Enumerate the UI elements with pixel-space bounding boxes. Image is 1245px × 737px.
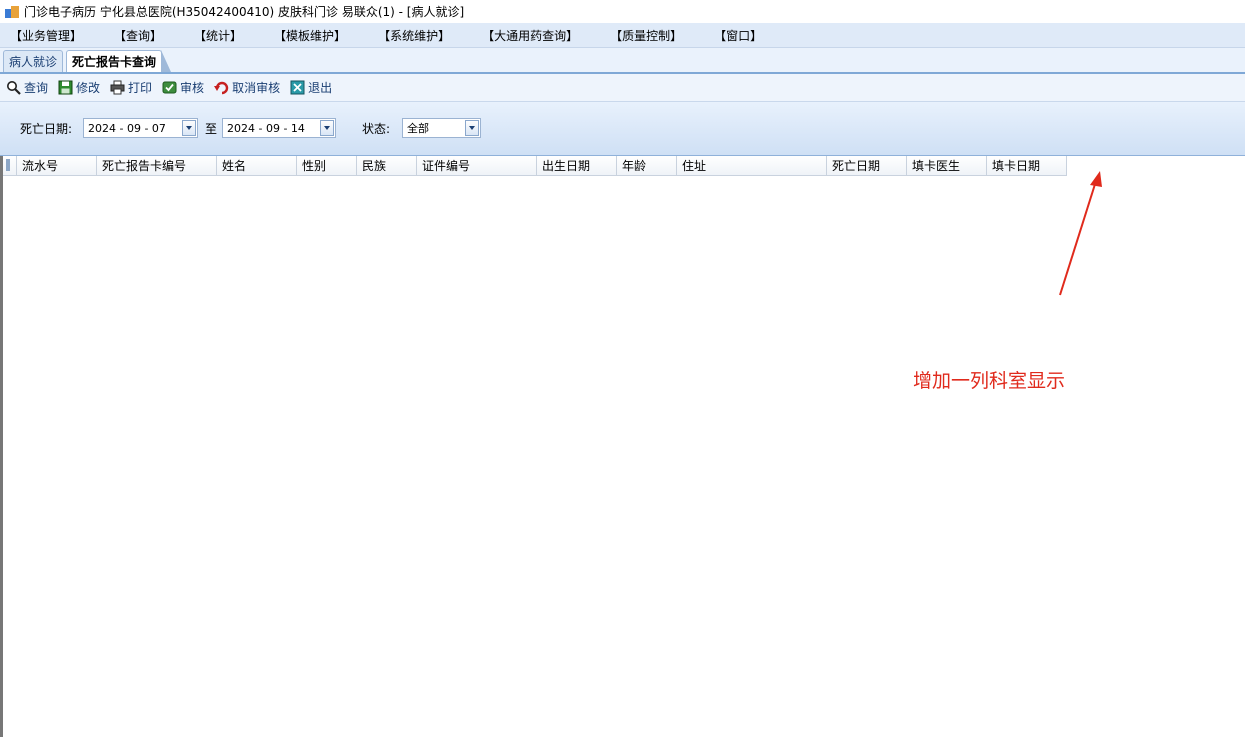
menu-query[interactable]: 【查询】 — [114, 27, 162, 44]
to-label: 至 — [205, 122, 218, 136]
date-from-value: 2024 - 09 - 07 — [88, 121, 166, 135]
exit-icon — [290, 80, 305, 95]
app-icon — [5, 5, 19, 19]
menu-quality-control[interactable]: 【质量控制】 — [610, 27, 682, 44]
date-from-picker[interactable]: 2024 - 09 - 07 — [83, 118, 198, 138]
chevron-down-icon[interactable] — [320, 120, 334, 136]
status-value: 全部 — [407, 122, 429, 135]
print-label: 打印 — [128, 81, 153, 95]
column-header-id-number[interactable]: 证件编号 — [417, 156, 537, 176]
column-header-death-date[interactable]: 死亡日期 — [827, 156, 907, 176]
column-header-gender[interactable]: 性别 — [297, 156, 357, 176]
check-mark-icon — [162, 80, 177, 95]
print-button[interactable]: 打印 — [110, 79, 152, 96]
menu-statistics[interactable]: 【统计】 — [194, 27, 242, 44]
tab-patient-visit[interactable]: 病人就诊 — [3, 50, 64, 72]
printer-icon — [110, 80, 125, 95]
death-date-label: 死亡日期: — [20, 122, 73, 136]
toolbar: 查询 修改 打印 审核 取消审核 退出 — [0, 74, 1245, 102]
menu-drug-query[interactable]: 【大通用药查询】 — [482, 27, 578, 44]
cancel-audit-button[interactable]: 取消审核 — [214, 79, 280, 96]
annotation-arrow — [1059, 171, 1102, 296]
menu-window[interactable]: 【窗口】 — [714, 27, 762, 44]
column-header-address[interactable]: 住址 — [677, 156, 827, 176]
save-disk-icon — [58, 80, 73, 95]
column-header-report-number[interactable]: 死亡报告卡编号 — [97, 156, 217, 176]
exit-button[interactable]: 退出 — [290, 79, 332, 96]
undo-icon — [214, 80, 229, 95]
query-label: 查询 — [24, 81, 49, 95]
status-label: 状态: — [362, 122, 391, 136]
row-selector-header[interactable] — [3, 156, 17, 176]
edit-button[interactable]: 修改 — [58, 79, 100, 96]
menu-business-management[interactable]: 【业务管理】 — [10, 27, 82, 44]
status-select[interactable]: 全部 — [402, 118, 481, 138]
edit-label: 修改 — [76, 81, 101, 95]
exit-label: 退出 — [308, 81, 333, 95]
menu-system-maintenance[interactable]: 【系统维护】 — [378, 27, 450, 44]
column-header-name[interactable]: 姓名 — [217, 156, 297, 176]
grid-header: 流水号 死亡报告卡编号 姓名 性别 民族 证件编号 出生日期 年龄 住址 死亡日… — [3, 156, 1067, 176]
chevron-down-icon[interactable] — [182, 120, 196, 136]
magnifier-icon — [6, 80, 21, 95]
column-header-age[interactable]: 年龄 — [617, 156, 677, 176]
annotation-note: 增加一列科室显示 — [913, 370, 1066, 392]
audit-label: 审核 — [180, 81, 205, 95]
query-button[interactable]: 查询 — [6, 79, 48, 96]
filter-panel: 死亡日期: 2024 - 09 - 07 至 2024 - 09 - 14 状态… — [0, 102, 1245, 156]
column-header-birth-date[interactable]: 出生日期 — [537, 156, 617, 176]
tab-death-report-query[interactable]: 死亡报告卡查询 — [66, 50, 172, 72]
column-header-serial[interactable]: 流水号 — [17, 156, 97, 176]
window-titlebar: 门诊电子病历 宁化县总医院(H35042400410) 皮肤科门诊 易联众(1)… — [0, 0, 1245, 23]
menu-template-maintenance[interactable]: 【模板维护】 — [274, 27, 346, 44]
document-tabs: 病人就诊 死亡报告卡查询 — [0, 48, 1245, 74]
date-to-picker[interactable]: 2024 - 09 - 14 — [222, 118, 336, 138]
chevron-down-icon[interactable] — [465, 120, 479, 136]
audit-button[interactable]: 审核 — [162, 79, 204, 96]
cancel-audit-label: 取消审核 — [232, 81, 281, 95]
column-header-ethnicity[interactable]: 民族 — [357, 156, 417, 176]
window-title: 门诊电子病历 宁化县总医院(H35042400410) 皮肤科门诊 易联众(1)… — [24, 5, 465, 19]
column-header-card-doctor[interactable]: 填卡医生 — [907, 156, 987, 176]
date-to-value: 2024 - 09 - 14 — [227, 121, 305, 135]
menu-bar: 【业务管理】 【查询】 【统计】 【模板维护】 【系统维护】 【大通用药查询】 … — [0, 23, 1245, 48]
